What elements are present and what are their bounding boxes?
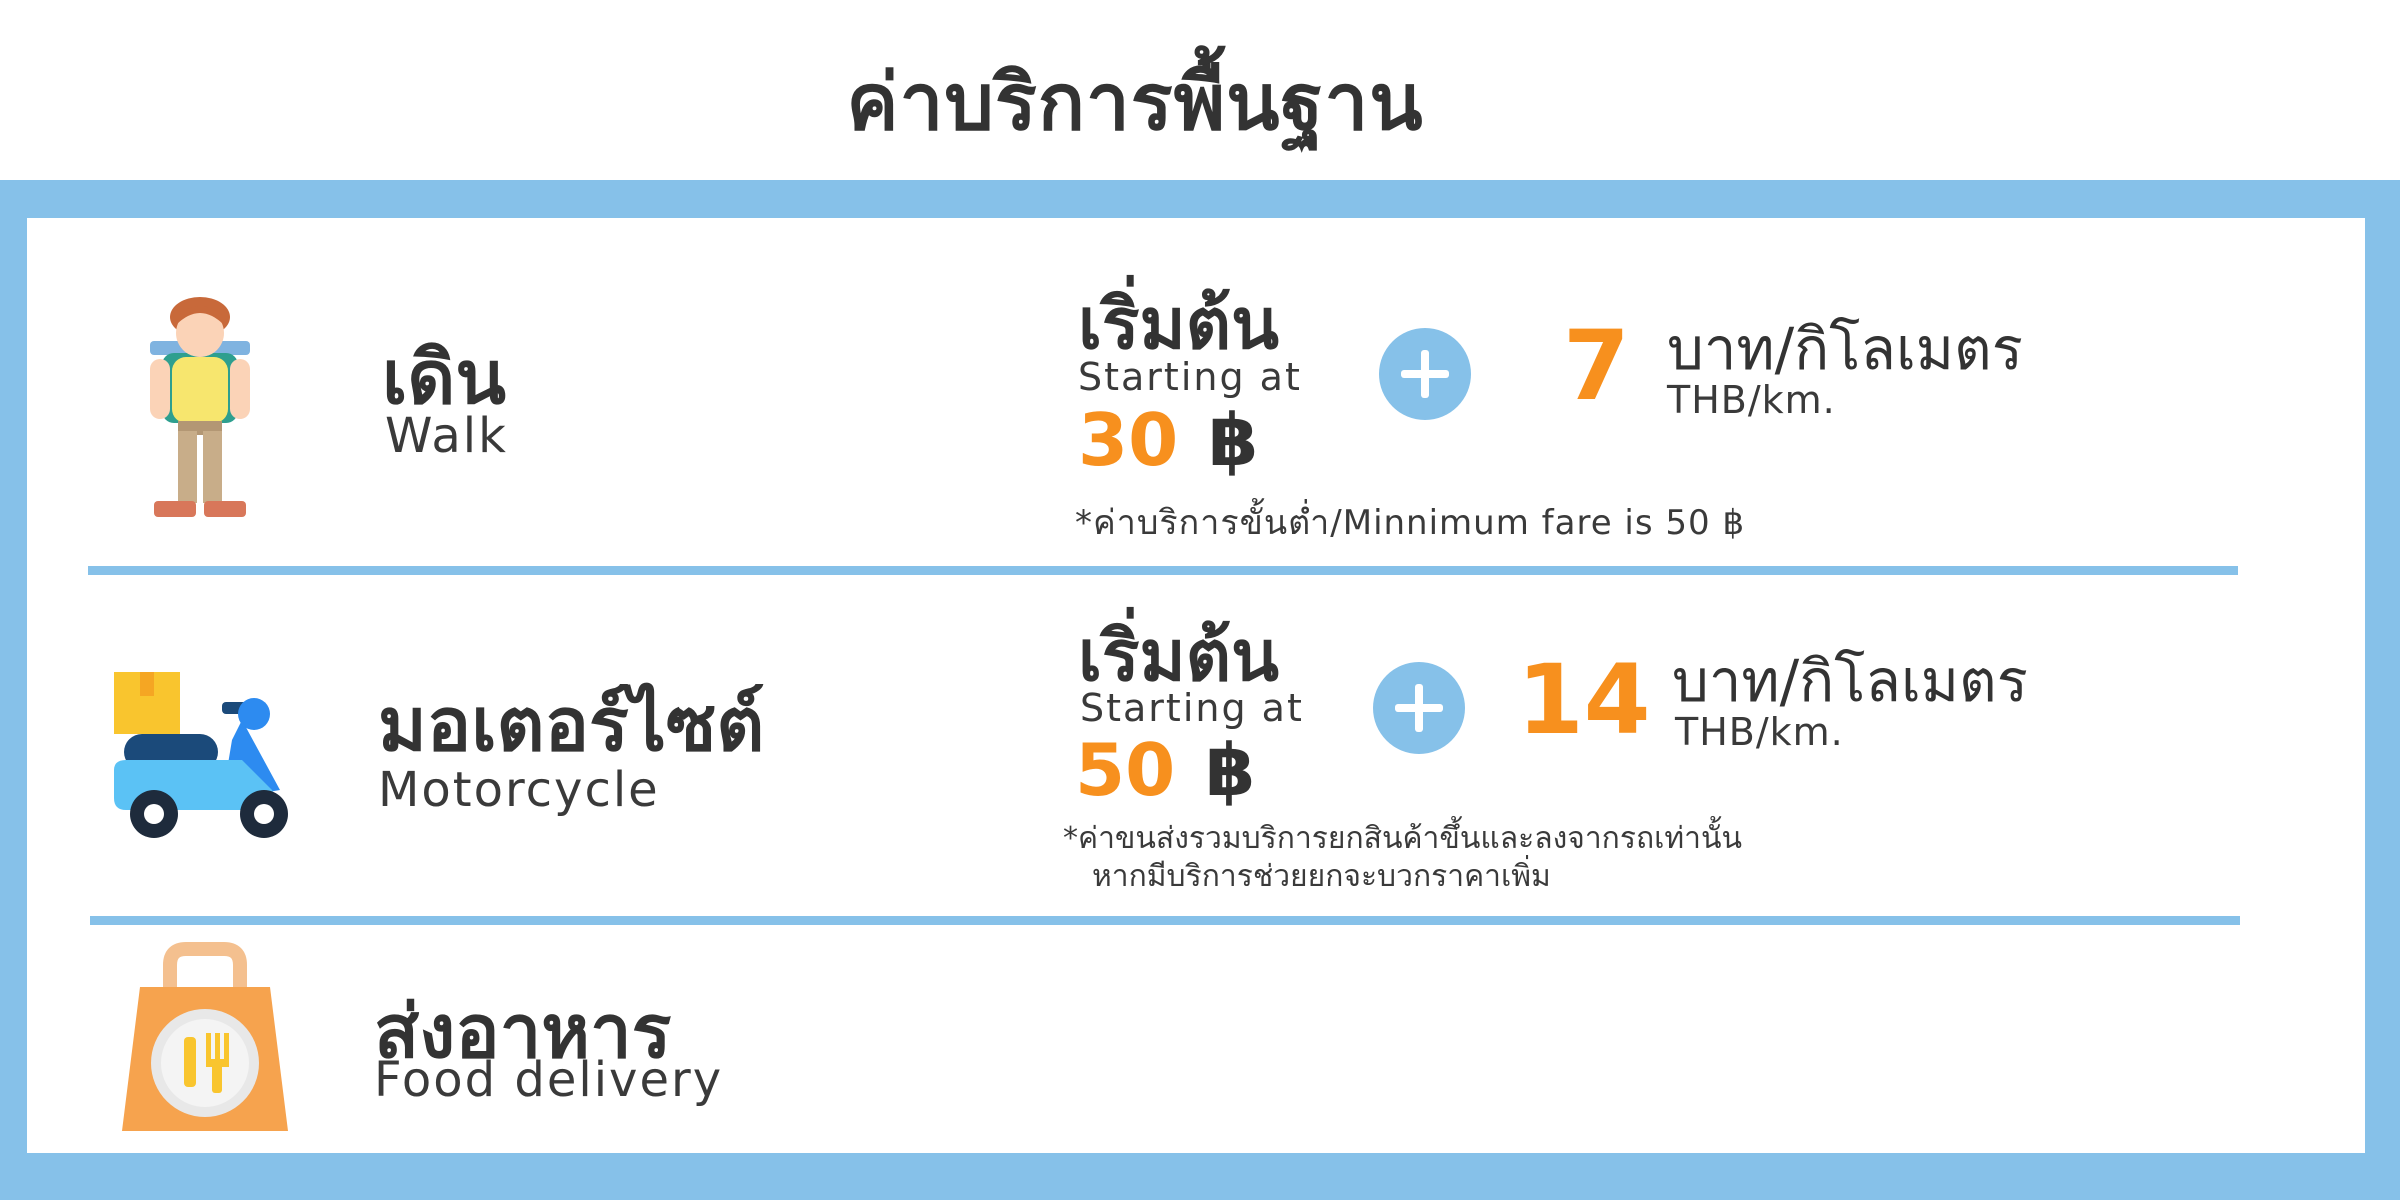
row-divider	[90, 916, 2240, 925]
loading-service-note-line1: *ค่าขนส่งรวมบริการยกสินค้าขึ้นและลงจากรถ…	[1063, 821, 1743, 856]
scooter-icon	[114, 672, 288, 838]
baht-symbol: ฿	[1208, 398, 1259, 482]
service-name-en-motorcycle: Motorcycle	[378, 762, 660, 818]
per-km-rate-motorcycle: 14	[1517, 644, 1651, 756]
per-km-rate-walk: 7	[1563, 310, 1630, 422]
service-name-en-food: Food delivery	[374, 1052, 724, 1108]
starting-label-en-motorcycle: Starting at	[1080, 686, 1304, 730]
plus-icon	[1373, 662, 1465, 754]
food-bag-icon	[122, 942, 288, 1131]
walker-icon	[150, 297, 250, 517]
plus-icon	[1379, 328, 1471, 420]
service-name-en-walk: Walk	[385, 408, 508, 464]
baht-symbol: ฿	[1205, 728, 1256, 812]
loading-service-note-line2: หากมีบริการช่วยยกจะบวกราคาเพิ่ม	[1092, 859, 1551, 894]
base-price-motorcycle: 50 ฿	[1075, 728, 1255, 812]
rate-unit-en-motorcycle: THB/km.	[1675, 710, 1844, 754]
page-title: ค่าบริการพื้นฐาน	[846, 58, 1424, 148]
row-divider	[88, 566, 2238, 575]
base-price-walk: 30 ฿	[1078, 398, 1258, 482]
rate-unit-en-walk: THB/km.	[1667, 378, 1836, 422]
base-price-value: 30	[1078, 398, 1179, 482]
starting-label-en-walk: Starting at	[1078, 355, 1302, 399]
base-price-value: 50	[1075, 728, 1176, 812]
minimum-fare-note: *ค่าบริการขั้นต่ำ/Minnimum fare is 50 ฿	[1075, 503, 1746, 543]
